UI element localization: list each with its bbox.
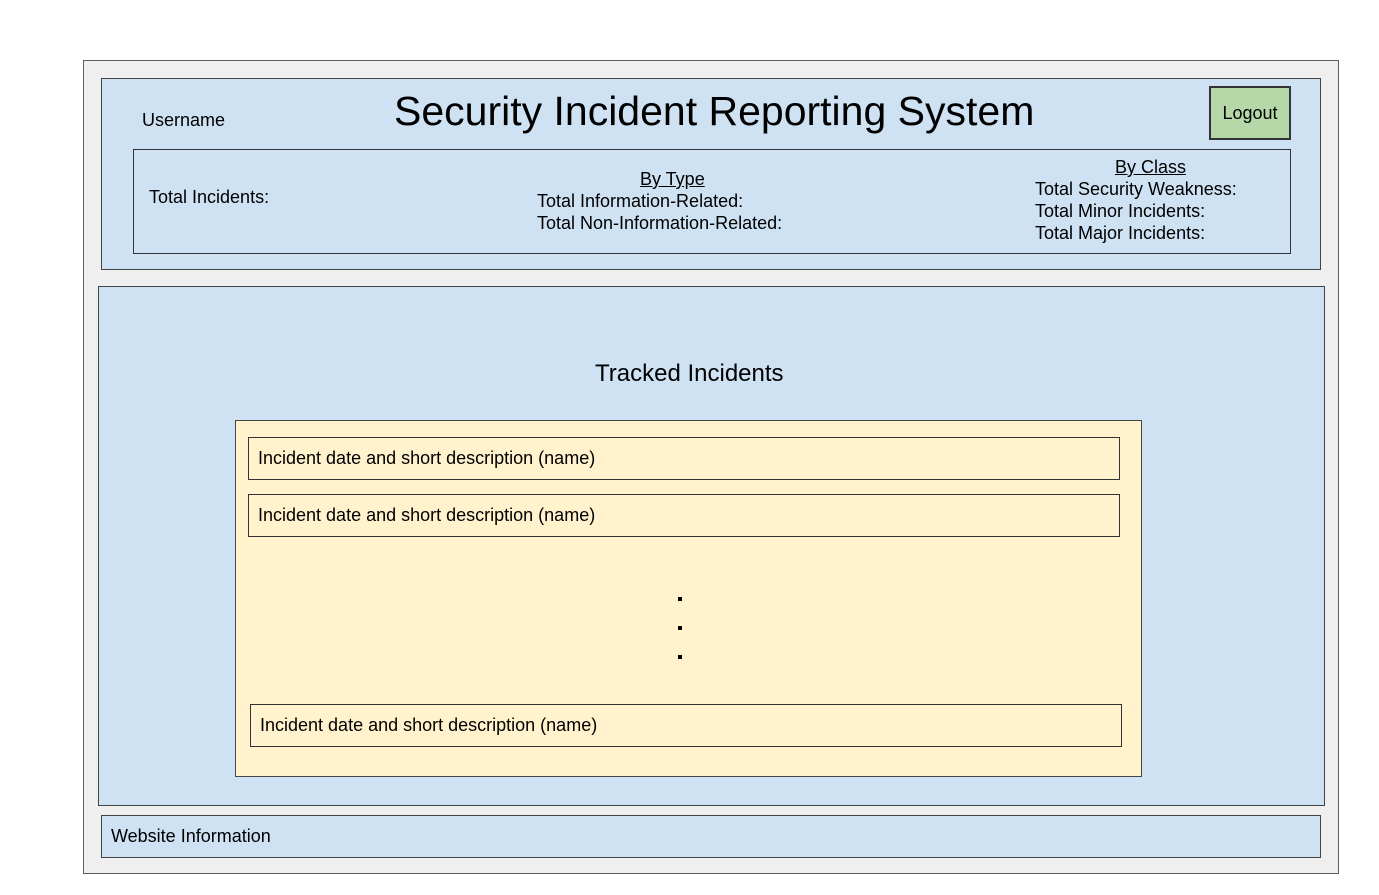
total-information-related-label: Total Information-Related: (537, 191, 744, 211)
ellipsis-dot (678, 597, 682, 601)
total-incidents-label: Total Incidents: (149, 187, 270, 207)
incident-item[interactable]: Incident date and short description (nam… (250, 704, 1122, 747)
total-minor-incidents-label: Total Minor Incidents: (1035, 201, 1206, 221)
incident-item[interactable]: Incident date and short description (nam… (248, 437, 1120, 480)
tracked-incidents-title: Tracked Incidents (595, 360, 784, 387)
incident-item[interactable]: Incident date and short description (nam… (248, 494, 1120, 537)
total-security-weakness-label: Total Security Weakness: (1035, 179, 1237, 199)
username-label: Username (142, 110, 226, 130)
page-title: Security Incident Reporting System (394, 88, 1035, 134)
total-major-incidents-label: Total Major Incidents: (1035, 223, 1206, 243)
by-class-heading: By Class (1115, 157, 1187, 177)
total-non-information-related-label: Total Non-Information-Related: (537, 213, 783, 233)
ellipsis-dot (678, 626, 682, 630)
footer-website-information: Website Information (101, 815, 1321, 858)
logout-button[interactable]: Logout (1209, 86, 1291, 140)
by-type-heading: By Type (640, 169, 705, 189)
ellipsis-dot (678, 655, 682, 659)
